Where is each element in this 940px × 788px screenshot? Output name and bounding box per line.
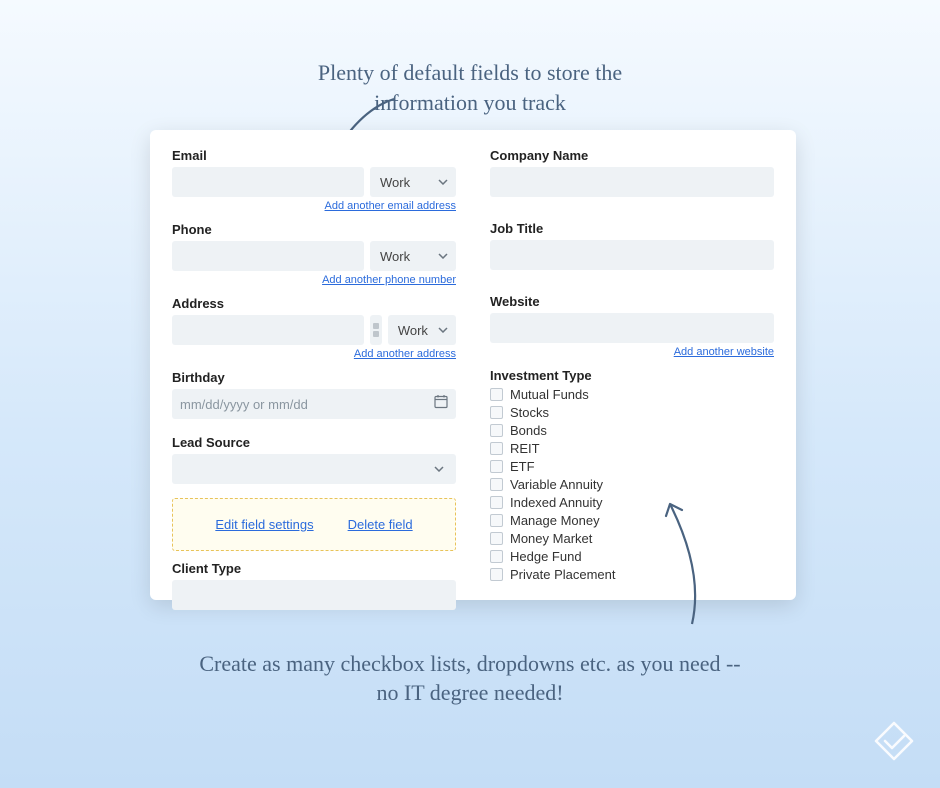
client-type-input[interactable] [172,580,456,610]
website-label: Website [490,294,774,309]
job-title-label: Job Title [490,221,774,236]
field-lead-source: Lead Source [172,435,456,484]
field-birthday: Birthday [172,370,456,419]
field-email: Email Work Add another email address [172,148,456,212]
email-type-select[interactable]: Work [370,167,456,197]
edit-field-settings-link[interactable]: Edit field settings [215,517,313,532]
company-input[interactable] [490,167,774,197]
investment-option-label: Variable Annuity [510,477,603,492]
arrow-bottom [652,490,712,630]
investment-option-label: Mutual Funds [510,387,589,402]
checkbox-icon [490,424,503,437]
company-label: Company Name [490,148,774,163]
address-reorder-handle[interactable] [370,315,382,345]
field-phone: Phone Work Add another phone number [172,222,456,286]
investment-option[interactable]: Variable Annuity [490,477,774,492]
checkbox-icon [490,532,503,545]
investment-option-label: REIT [510,441,540,456]
investment-option-label: ETF [510,459,535,474]
address-label: Address [172,296,456,311]
checkbox-icon [490,478,503,491]
investment-option-label: Private Placement [510,567,616,582]
job-title-input[interactable] [490,240,774,270]
birthday-input[interactable] [172,389,456,419]
investment-option[interactable]: Stocks [490,405,774,420]
field-edit-box: Edit field settings Delete field [172,498,456,551]
checkbox-icon [490,514,503,527]
investment-option[interactable]: Hedge Fund [490,549,774,564]
client-type-label: Client Type [172,561,456,576]
lead-source-select[interactable] [172,454,456,484]
field-website: Website Add another website [490,294,774,358]
checkbox-icon [490,442,503,455]
annotation-top: Plenty of default fields to store the in… [0,58,940,117]
investment-option-label: Manage Money [510,513,600,528]
investment-option-label: Indexed Annuity [510,495,603,510]
checkbox-icon [490,460,503,473]
checkbox-icon [490,496,503,509]
investment-option[interactable]: Mutual Funds [490,387,774,402]
investment-option-label: Money Market [510,531,592,546]
checkbox-icon [490,550,503,563]
chevron-down-icon [438,253,448,259]
add-email-link[interactable]: Add another email address [172,200,456,212]
investment-option-label: Bonds [510,423,547,438]
add-address-link[interactable]: Add another address [172,348,456,360]
form-right-column: Company Name Job Title Website Add anoth… [490,148,774,584]
field-address: Address Work Add another address [172,296,456,360]
lead-source-label: Lead Source [172,435,456,450]
field-investment-type: Investment Type Mutual Funds Stocks Bonds R… [490,368,774,582]
delete-field-link[interactable]: Delete field [348,517,413,532]
checkbox-icon [490,388,503,401]
investment-option[interactable]: Money Market [490,531,774,546]
website-input[interactable] [490,313,774,343]
field-job-title: Job Title [490,221,774,270]
checkbox-icon [490,406,503,419]
phone-label: Phone [172,222,456,237]
brand-logo-icon [870,717,918,770]
add-phone-link[interactable]: Add another phone number [172,274,456,286]
email-input[interactable] [172,167,364,197]
phone-type-select[interactable]: Work [370,241,456,271]
investment-option-label: Hedge Fund [510,549,582,564]
phone-input[interactable] [172,241,364,271]
investment-option[interactable]: Manage Money [490,513,774,528]
address-type-select[interactable]: Work [388,315,456,345]
add-website-link[interactable]: Add another website [490,346,774,358]
field-company: Company Name [490,148,774,197]
investment-option[interactable]: ETF [490,459,774,474]
checkbox-icon [490,568,503,581]
email-label: Email [172,148,456,163]
birthday-label: Birthday [172,370,456,385]
investment-type-label: Investment Type [490,368,774,383]
investment-option[interactable]: REIT [490,441,774,456]
form-left-column: Email Work Add another email address Pho… [172,148,456,584]
investment-option-label: Stocks [510,405,549,420]
investment-option[interactable]: Private Placement [490,567,774,582]
investment-option[interactable]: Bonds [490,423,774,438]
field-client-type: Client Type [172,561,456,610]
annotation-bottom: Create as many checkbox lists, dropdowns… [0,649,940,708]
chevron-down-icon [438,327,448,333]
address-input[interactable] [172,315,364,345]
investment-type-list: Mutual Funds Stocks Bonds REIT ETF Variable A… [490,387,774,582]
investment-option[interactable]: Indexed Annuity [490,495,774,510]
chevron-down-icon [438,179,448,185]
